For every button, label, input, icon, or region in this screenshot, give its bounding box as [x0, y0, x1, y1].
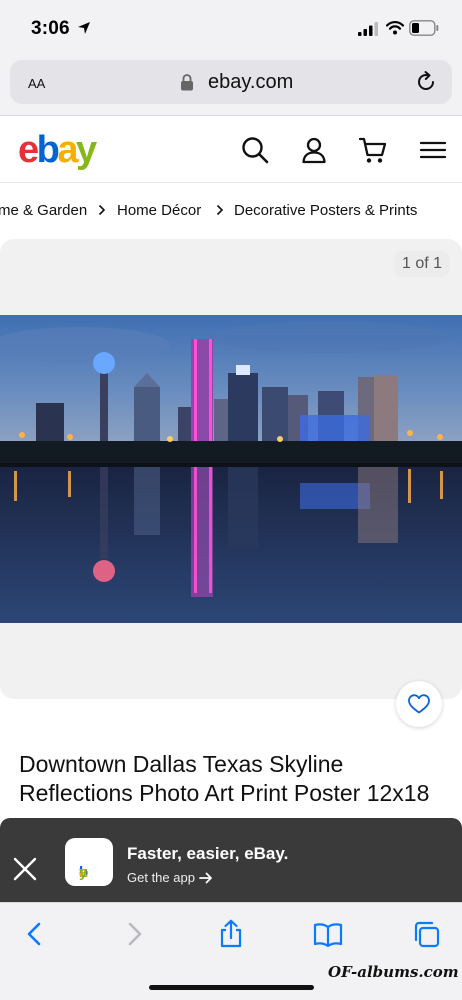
browser-toolbar: OF-albums.com: [0, 902, 462, 1000]
account-icon[interactable]: [299, 135, 329, 165]
image-gallery[interactable]: 1 of 1: [0, 239, 462, 699]
reload-icon[interactable]: [414, 70, 438, 94]
watch-button[interactable]: [396, 681, 442, 727]
cellular-signal-icon: [358, 22, 378, 36]
heart-icon: [408, 694, 430, 714]
banner-title: Faster, easier, eBay.: [127, 844, 289, 863]
address-bar[interactable]: AA ebay.com: [10, 60, 452, 104]
text-size-button[interactable]: AA: [28, 72, 45, 93]
breadcrumb-item-home-garden[interactable]: me & Garden: [0, 202, 87, 219]
battery-icon: [409, 20, 439, 36]
site-header: ebay: [0, 117, 462, 183]
location-arrow-icon: [78, 22, 90, 34]
search-icon[interactable]: [240, 135, 270, 165]
listing-title: Downtown Dallas Texas Skyline Reflection…: [19, 751, 430, 806]
status-time: 3:06: [31, 18, 70, 39]
ebay-app-icon: ebay: [65, 838, 113, 886]
close-icon[interactable]: [12, 856, 38, 882]
chevron-right-icon: [98, 204, 106, 216]
menu-icon[interactable]: [418, 135, 448, 165]
wifi-icon: [386, 21, 404, 35]
chevron-right-icon: [216, 204, 224, 216]
app-download-banner[interactable]: ebay Faster, easier, eBay. Get the app: [0, 818, 462, 902]
breadcrumb-item-home-decor[interactable]: Home Décor: [117, 202, 201, 219]
image-counter: 1 of 1: [393, 251, 450, 277]
arrow-right-icon: [199, 872, 212, 884]
cart-icon[interactable]: [358, 135, 388, 165]
back-icon[interactable]: [20, 919, 50, 949]
forward-icon[interactable]: [119, 919, 149, 949]
url-domain[interactable]: ebay.com: [208, 71, 293, 94]
status-bar: 3:06: [0, 0, 462, 56]
bookmarks-icon[interactable]: [313, 919, 343, 949]
home-indicator[interactable]: [149, 985, 314, 990]
get-app-link[interactable]: Get the app: [127, 870, 213, 885]
browser-address-area: AA ebay.com: [0, 56, 462, 116]
watermark-text: OF-albums.com: [328, 963, 459, 981]
breadcrumb-item-decorative-posters[interactable]: Decorative Posters & Prints: [234, 202, 417, 219]
tabs-icon[interactable]: [411, 919, 441, 949]
share-icon[interactable]: [216, 919, 246, 949]
lock-icon: [181, 74, 193, 91]
breadcrumb: me & Garden Home Décor Decorative Poster…: [0, 184, 462, 236]
product-image[interactable]: [0, 315, 462, 623]
ebay-logo[interactable]: ebay: [18, 125, 97, 175]
